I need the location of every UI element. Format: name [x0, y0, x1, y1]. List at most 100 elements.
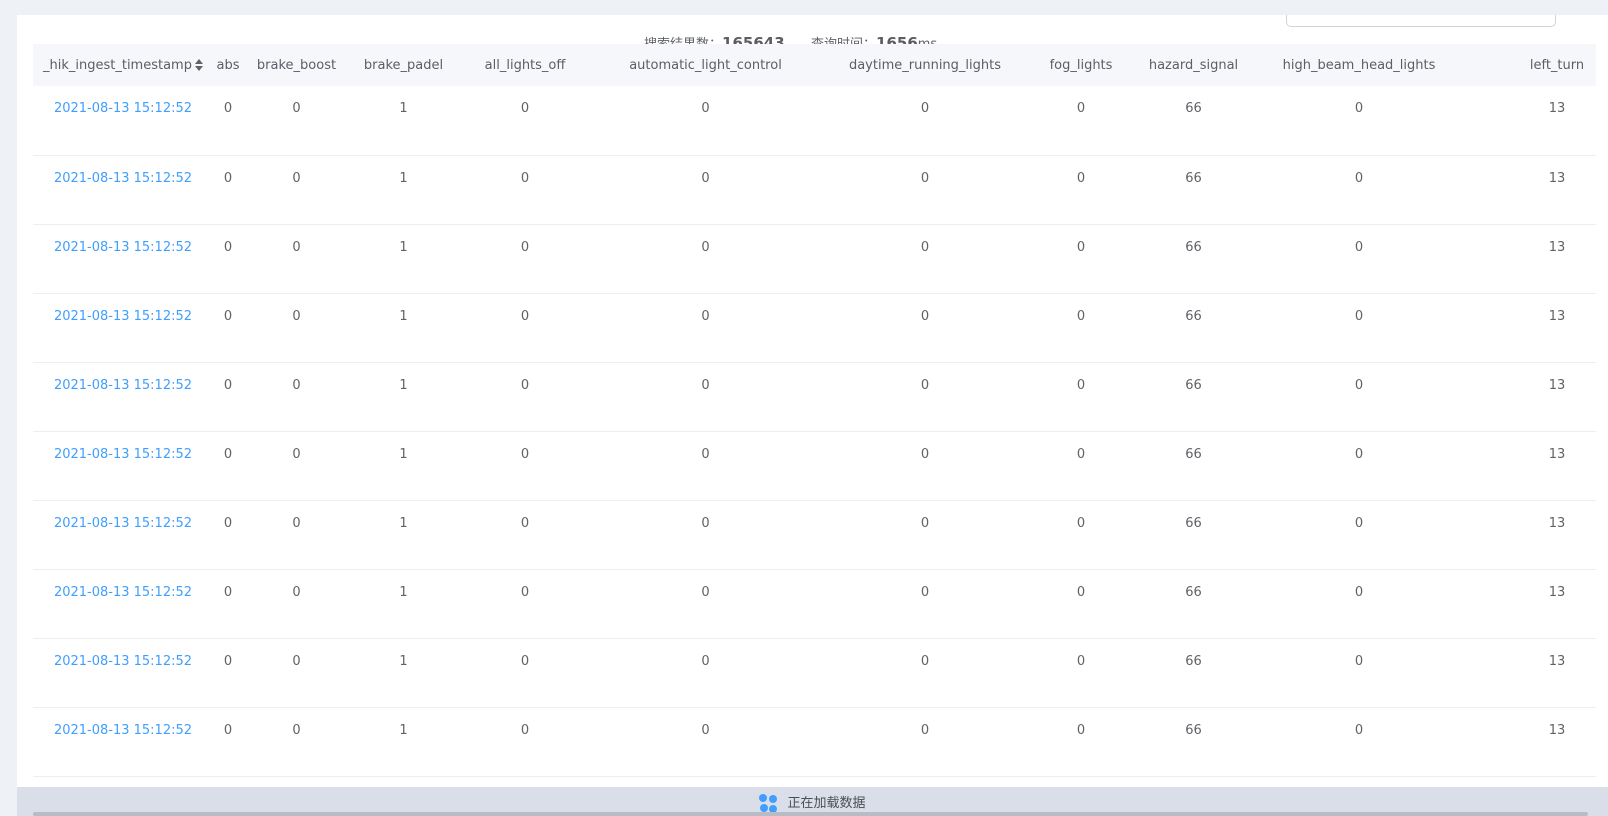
table-cell: 0 — [292, 239, 301, 255]
table-cell: 0 — [701, 722, 710, 738]
column-header-label: brake_padel — [363, 57, 444, 73]
table-cell: 0 — [1354, 722, 1364, 738]
table-cell: 0 — [223, 308, 233, 324]
table-cell: 0 — [223, 653, 233, 669]
table-cell: 13 — [1548, 101, 1566, 116]
sort-caret-icon[interactable] — [194, 58, 203, 71]
horizontal-scrollbar[interactable] — [33, 812, 1588, 816]
table-row[interactable]: 2021-08-13 15:12:52 0 0 1 0 0 0 0 66 0 13 — [33, 569, 1596, 638]
table-row[interactable]: 2021-08-13 15:12:52 0 0 1 0 0 0 0 66 0 13 — [33, 155, 1596, 224]
column-header-5[interactable]: automatic_light_control — [593, 44, 818, 86]
table-cell: 0 — [292, 653, 301, 669]
column-header-label: left_turn — [1529, 57, 1585, 73]
column-header-3[interactable]: brake_padel — [350, 44, 457, 86]
column-header-2[interactable]: brake_boost — [243, 44, 350, 86]
table-cell: 1 — [399, 722, 408, 738]
table-cell: 0 — [701, 515, 710, 531]
table-cell: 13 — [1548, 515, 1566, 531]
table-cell: 0 — [223, 515, 233, 531]
loading-footer: 正在加载数据 — [17, 787, 1608, 816]
table-cell: 66 — [1185, 377, 1202, 393]
results-panel: 搜索结果数：165643 查询时间：1656ms _hik_ingest_tim… — [17, 15, 1608, 816]
table-cell: 1 — [399, 446, 408, 462]
table-cell: 0 — [520, 584, 530, 600]
table-cell: 0 — [1354, 584, 1364, 600]
table-cell: 1 — [399, 584, 408, 600]
timestamp-link[interactable]: 2021-08-13 15:12:52 — [33, 362, 213, 431]
timestamp-link[interactable]: 2021-08-13 15:12:52 — [33, 86, 213, 155]
table-row[interactable]: 2021-08-13 15:12:52 0 0 1 0 0 0 0 66 0 13 — [33, 86, 1596, 155]
table-cell: 66 — [1185, 584, 1202, 600]
table-cell: 13 — [1548, 170, 1566, 186]
column-header-9[interactable]: high_beam_head_lights — [1257, 44, 1461, 86]
table-row[interactable]: 2021-08-13 15:12:52 0 0 1 0 0 0 0 66 0 13 — [33, 500, 1596, 569]
column-header-0[interactable]: _hik_ingest_timestamp — [33, 44, 213, 86]
table-cell: 0 — [701, 377, 710, 393]
table-cell: 0 — [520, 239, 530, 255]
table-cell: 0 — [1354, 653, 1364, 669]
loading-text: 正在加载数据 — [787, 796, 866, 811]
column-header-6[interactable]: daytime_running_lights — [818, 44, 1032, 86]
table-cell: 0 — [292, 584, 301, 600]
table-cell: 0 — [520, 170, 530, 186]
table-cell: 1 — [399, 101, 408, 116]
table-cell: 66 — [1185, 446, 1202, 462]
table-cell: 13 — [1548, 239, 1566, 255]
table-cell: 0 — [520, 653, 530, 669]
column-header-7[interactable]: fog_lights — [1032, 44, 1130, 86]
table-header-row: _hik_ingest_timestamp abs brake_boost brake… — [33, 44, 1596, 86]
table-cell: 0 — [223, 446, 233, 462]
table-cell: 0 — [1354, 170, 1364, 186]
table-body: 2021-08-13 15:12:52 0 0 1 0 0 0 0 66 0 13 2021-08-1… — [33, 86, 1596, 776]
table-cell: 0 — [292, 170, 301, 186]
table-cell: 0 — [920, 377, 930, 393]
loading-dots-icon — [759, 793, 779, 814]
table-row[interactable]: 2021-08-13 15:12:52 0 0 1 0 0 0 0 66 0 13 — [33, 293, 1596, 362]
table-cell: 0 — [701, 584, 710, 600]
table-cell: 66 — [1185, 170, 1202, 186]
dropdown-popup-edge — [1286, 15, 1556, 27]
table-cell: 0 — [292, 515, 301, 531]
table-cell: 0 — [920, 308, 930, 324]
table-row[interactable]: 2021-08-13 15:12:52 0 0 1 0 0 0 0 66 0 13 — [33, 638, 1596, 707]
table-cell: 0 — [701, 653, 710, 669]
timestamp-link[interactable]: 2021-08-13 15:12:52 — [33, 224, 213, 293]
table-cell: 0 — [223, 101, 233, 116]
timestamp-link[interactable]: 2021-08-13 15:12:52 — [33, 500, 213, 569]
table-cell: 0 — [292, 101, 301, 116]
table-cell: 0 — [292, 446, 301, 462]
column-header-label: brake_boost — [256, 57, 337, 73]
table-cell: 0 — [1076, 515, 1086, 531]
table-cell: 0 — [701, 446, 710, 462]
column-header-label: hazard_signal — [1148, 57, 1239, 73]
column-header-4[interactable]: all_lights_off — [457, 44, 593, 86]
table-cell: 0 — [223, 377, 233, 393]
timestamp-link[interactable]: 2021-08-13 15:12:52 — [33, 707, 213, 776]
table-cell: 0 — [223, 170, 233, 186]
timestamp-link[interactable]: 2021-08-13 15:12:52 — [33, 638, 213, 707]
column-header-10[interactable]: left_turn — [1461, 44, 1596, 86]
table-cell: 1 — [399, 308, 408, 324]
timestamp-link[interactable]: 2021-08-13 15:12:52 — [33, 569, 213, 638]
table-cell: 13 — [1548, 584, 1566, 600]
column-header-8[interactable]: hazard_signal — [1130, 44, 1257, 86]
table-cell: 0 — [1076, 653, 1086, 669]
table-cell: 0 — [920, 584, 930, 600]
table-row[interactable]: 2021-08-13 15:12:52 0 0 1 0 0 0 0 66 0 13 — [33, 707, 1596, 776]
table-row[interactable]: 2021-08-13 15:12:52 0 0 1 0 0 0 0 66 0 13 — [33, 224, 1596, 293]
results-table: _hik_ingest_timestamp abs brake_boost brake… — [33, 44, 1596, 777]
timestamp-link[interactable]: 2021-08-13 15:12:52 — [33, 155, 213, 224]
table-cell: 0 — [1076, 446, 1086, 462]
table-cell: 0 — [920, 515, 930, 531]
table-cell: 0 — [1076, 101, 1086, 116]
table-row[interactable]: 2021-08-13 15:12:52 0 0 1 0 0 0 0 66 0 13 — [33, 362, 1596, 431]
table-cell: 0 — [701, 308, 710, 324]
table-cell: 0 — [1076, 377, 1086, 393]
column-header-label: automatic_light_control — [629, 57, 782, 73]
timestamp-link[interactable]: 2021-08-13 15:12:52 — [33, 293, 213, 362]
results-table-wrapper: _hik_ingest_timestamp abs brake_boost brake… — [33, 44, 1596, 789]
column-header-1[interactable]: abs — [213, 44, 243, 86]
timestamp-link[interactable]: 2021-08-13 15:12:52 — [33, 431, 213, 500]
table-cell: 0 — [223, 239, 233, 255]
table-row[interactable]: 2021-08-13 15:12:52 0 0 1 0 0 0 0 66 0 13 — [33, 431, 1596, 500]
